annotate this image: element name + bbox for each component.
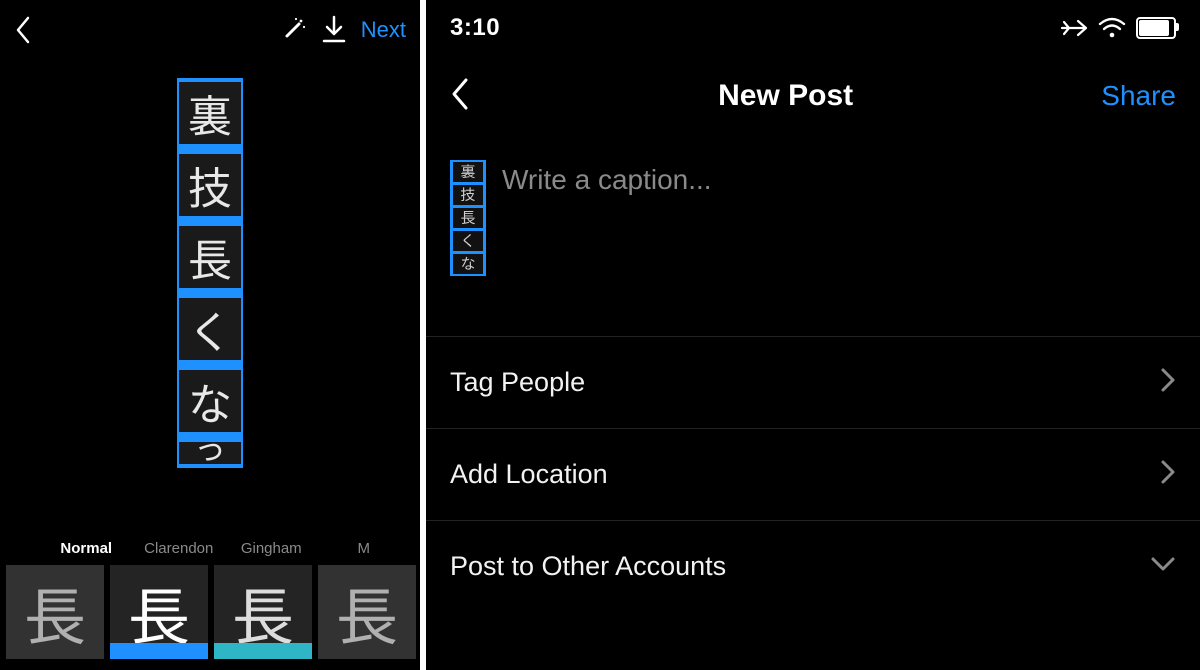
caption-section: 裏 技 長 く な Write a caption... — [426, 136, 1200, 337]
edit-screen: Next 裏 技 長 く な っ Normal Clarendon Gingha… — [0, 0, 420, 670]
status-bar: 3:10 — [426, 0, 1200, 56]
filter-thumb-clarendon[interactable]: 長 — [110, 565, 208, 659]
thumb-char: く — [453, 231, 483, 251]
chevron-right-icon — [1160, 367, 1176, 398]
thumb-char: 技 — [453, 185, 483, 205]
row-label: Post to Other Accounts — [450, 551, 726, 582]
chevron-right-icon — [1160, 459, 1176, 490]
caption-input[interactable]: Write a caption... — [502, 160, 712, 276]
filter-label-truncated[interactable]: M — [318, 540, 411, 557]
thumb-char: な — [453, 254, 483, 274]
thumb-char: 長 — [453, 208, 483, 228]
airplane-mode-icon — [1060, 16, 1088, 40]
next-button[interactable]: Next — [361, 17, 406, 43]
nav-bar: New Post Share — [426, 56, 1200, 136]
tag-people-row[interactable]: Tag People — [426, 337, 1200, 429]
magic-wand-icon[interactable] — [279, 16, 307, 44]
thumb-char: 裏 — [453, 162, 483, 182]
back-icon[interactable] — [450, 76, 470, 117]
kanji-cell: く — [179, 298, 241, 360]
download-icon[interactable] — [321, 15, 347, 45]
add-location-row[interactable]: Add Location — [426, 429, 1200, 521]
kanji-cell-partial: っ — [179, 442, 241, 464]
page-title: New Post — [718, 79, 853, 113]
filter-thumb-more[interactable]: 長 — [318, 565, 416, 659]
filter-thumb-gingham[interactable]: 長 — [214, 565, 312, 659]
kanji-cell: 裏 — [179, 82, 241, 144]
filter-carousel[interactable]: Normal Clarendon Gingham M 長 長 長 長 — [0, 540, 420, 670]
post-thumbnail[interactable]: 裏 技 長 く な — [450, 160, 486, 276]
battery-icon — [1136, 17, 1176, 39]
filter-thumb-normal[interactable]: 長 — [6, 565, 104, 659]
vertical-text-strip: 裏 技 長 く な っ — [177, 78, 243, 468]
wifi-icon — [1098, 17, 1126, 39]
kanji-cell: 技 — [179, 154, 241, 216]
filter-label-gingham[interactable]: Gingham — [225, 540, 318, 557]
kanji-cell: な — [179, 370, 241, 432]
chevron-down-icon — [1150, 556, 1176, 577]
row-label: Add Location — [450, 459, 608, 490]
filter-label-clarendon[interactable]: Clarendon — [133, 540, 226, 557]
post-other-accounts-row[interactable]: Post to Other Accounts — [426, 521, 1200, 612]
filter-label-normal[interactable]: Normal — [40, 540, 133, 557]
clock: 3:10 — [450, 14, 500, 42]
share-button[interactable]: Share — [1101, 80, 1176, 112]
kanji-cell: 長 — [179, 226, 241, 288]
edit-toolbar: Next — [0, 0, 420, 60]
row-label: Tag People — [450, 367, 585, 398]
back-icon[interactable] — [14, 15, 32, 45]
new-post-screen: 3:10 New Post Share 裏 技 長 — [426, 0, 1200, 670]
image-preview[interactable]: 裏 技 長 く な っ — [0, 60, 420, 540]
